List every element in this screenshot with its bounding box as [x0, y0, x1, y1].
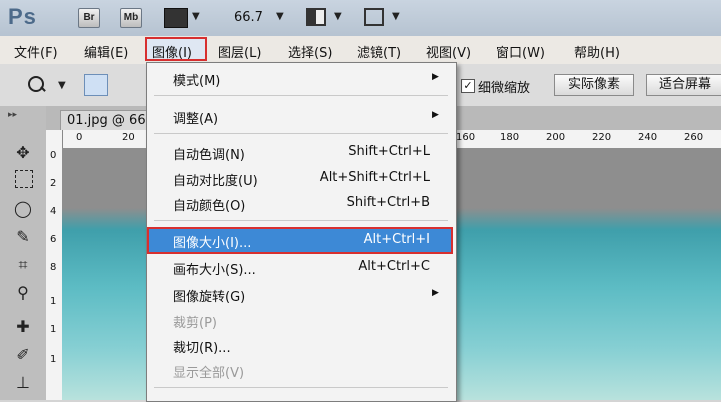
menu-file[interactable]: 文件(F)	[14, 42, 58, 61]
shortcut-canvas-size: Alt+Ctrl+C	[358, 259, 430, 274]
chevron-down-icon[interactable]: ▼	[58, 80, 66, 91]
submenu-arrow-icon: ▶	[432, 110, 439, 120]
eyedropper-tool-icon[interactable]: ⚲	[12, 282, 34, 304]
vruler-tick: 8	[50, 262, 57, 273]
ruler-tick: 260	[684, 132, 704, 143]
menu-item-crop: 裁剪(P)	[173, 316, 217, 331]
menu-help[interactable]: 帮助(H)	[574, 42, 620, 61]
quick-selection-tool-icon[interactable]: ✎	[12, 226, 34, 248]
extras-icon[interactable]	[164, 8, 188, 28]
ruler-tick: 200	[546, 132, 566, 143]
document-tab[interactable]: 01.jpg @ 66	[60, 110, 153, 130]
crop-tool-icon[interactable]: ⌗	[12, 254, 34, 276]
menu-separator	[154, 95, 448, 96]
vruler-tick: 4	[50, 206, 57, 217]
menu-item-auto-contrast[interactable]: 自动对比度(U)	[173, 170, 258, 189]
clone-stamp-tool-icon[interactable]: ⊥	[12, 372, 34, 394]
menu-item-trim[interactable]: 裁切(R)...	[173, 337, 231, 356]
menu-window[interactable]: 窗口(W)	[496, 42, 545, 61]
menu-item-adjustments[interactable]: 调整(A)	[173, 108, 218, 127]
ruler-tick: 160	[456, 132, 476, 143]
shortcut-auto-tone: Shift+Ctrl+L	[348, 144, 430, 159]
ruler-tick: 180	[500, 132, 520, 143]
vruler-tick: 2	[50, 178, 57, 189]
marquee-tool-icon[interactable]	[15, 170, 33, 188]
ruler-tick: 20	[122, 132, 135, 143]
menu-item-canvas-size[interactable]: 画布大小(S)...	[173, 259, 256, 278]
menu-separator	[154, 220, 448, 221]
chevron-down-icon[interactable]: ▼	[192, 11, 200, 22]
chevron-down-icon[interactable]: ▼	[276, 11, 284, 22]
menu-separator	[154, 133, 448, 134]
scrubby-zoom-checkbox[interactable]: ✓	[461, 79, 475, 93]
chevron-down-icon[interactable]: ▼	[334, 11, 342, 22]
shortcut-auto-color: Shift+Ctrl+B	[346, 195, 430, 210]
move-tool-icon[interactable]: ✥	[12, 142, 34, 164]
arrange-documents-icon[interactable]	[306, 8, 326, 26]
menu-item-auto-color[interactable]: 自动颜色(O)	[173, 195, 245, 214]
menu-select[interactable]: 选择(S)	[288, 42, 332, 61]
title-bar	[0, 0, 721, 37]
menu-item-auto-tone[interactable]: 自动色调(N)	[173, 144, 245, 163]
shortcut-image-size: Alt+Ctrl+I	[363, 232, 430, 247]
vruler-tick: 1	[50, 354, 57, 365]
menu-view[interactable]: 视图(V)	[426, 42, 471, 61]
menu-image[interactable]: 图像(I)	[152, 42, 192, 61]
vruler-tick: 6	[50, 234, 57, 245]
submenu-arrow-icon: ▶	[432, 288, 439, 298]
vruler-tick: 1	[50, 324, 57, 335]
healing-brush-tool-icon[interactable]: ✚	[12, 316, 34, 338]
chevron-down-icon[interactable]: ▼	[392, 11, 400, 22]
fit-screen-button[interactable]: 适合屏幕	[646, 74, 721, 96]
shortcut-auto-contrast: Alt+Shift+Ctrl+L	[319, 170, 430, 185]
menu-item-mode[interactable]: 模式(M)	[173, 70, 220, 89]
actual-pixels-button[interactable]: 实际像素	[554, 74, 634, 96]
vruler-tick: 1	[50, 296, 57, 307]
brush-tool-icon[interactable]: ✐	[12, 344, 34, 366]
menu-layer[interactable]: 图层(L)	[218, 42, 261, 61]
bridge-button[interactable]: Br	[78, 8, 100, 28]
panel-collapse-icon[interactable]: ▸▸	[8, 110, 17, 120]
scrubby-zoom-label: 细微缩放	[478, 81, 531, 96]
menu-separator	[154, 387, 448, 388]
lasso-tool-icon[interactable]: ◯	[12, 198, 34, 220]
screen-mode-icon[interactable]	[364, 8, 384, 26]
menu-item-reveal-all: 显示全部(V)	[173, 366, 245, 381]
menu-filter[interactable]: 滤镜(T)	[357, 42, 401, 61]
menu-edit[interactable]: 编辑(E)	[84, 42, 128, 61]
submenu-arrow-icon: ▶	[432, 72, 439, 82]
zoom-level[interactable]: 66.7	[234, 10, 263, 25]
ruler-tick: 220	[592, 132, 612, 143]
vruler-tick: 0	[50, 150, 57, 161]
zoom-in-icon[interactable]	[84, 74, 108, 96]
mini-bridge-button[interactable]: Mb	[120, 8, 142, 28]
ruler-tick: 0	[76, 132, 83, 143]
ruler-tick: 240	[638, 132, 658, 143]
zoom-out-icon[interactable]	[108, 74, 132, 96]
menu-item-image-rotation[interactable]: 图像旋转(G)	[173, 286, 245, 305]
photoshop-logo: Ps	[8, 4, 37, 29]
menu-item-image-size[interactable]: 图像大小(I)...	[173, 232, 251, 251]
